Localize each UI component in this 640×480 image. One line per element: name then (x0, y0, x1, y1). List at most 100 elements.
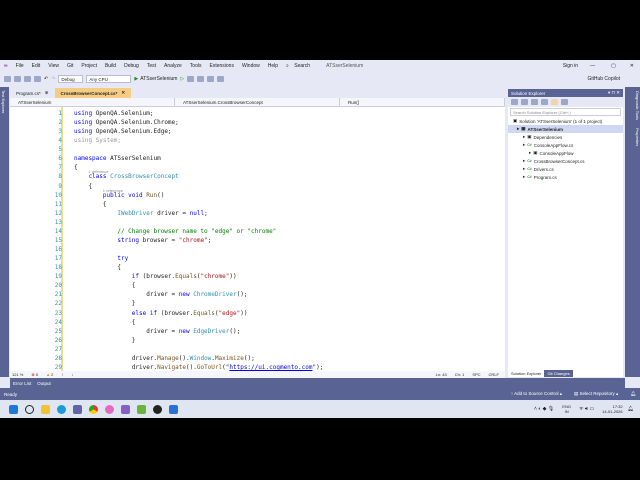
expand-arrow-icon[interactable]: ▸ (529, 150, 531, 156)
down-arrow-icon[interactable]: ↓ (71, 372, 73, 377)
code-line[interactable]: 27 (10, 345, 505, 354)
code-line[interactable]: 26 } (10, 336, 505, 345)
minimize-button[interactable]: — (582, 63, 603, 69)
clock[interactable]: 17:32 14-01-2026 (602, 404, 622, 414)
menu-project[interactable]: Project (77, 63, 101, 69)
collapse-icon[interactable] (531, 99, 538, 105)
filter-icon[interactable] (551, 99, 558, 105)
save-icon[interactable] (24, 76, 31, 82)
tool-icon[interactable] (197, 76, 205, 82)
member-dropdown[interactable]: Run() (340, 98, 505, 106)
line-ending[interactable]: CRLF (489, 372, 499, 377)
code-editor[interactable]: 1 using OpenQA.Selenium; 2 using OpenQA.Sel… (10, 107, 505, 371)
sign-in-button[interactable]: Sign in (559, 63, 582, 69)
redo-icon[interactable]: ↷ (51, 76, 55, 82)
code-line[interactable]: 17 try (10, 254, 505, 263)
teams-icon[interactable] (73, 404, 82, 414)
column-number[interactable]: Ch: 1 (455, 372, 465, 377)
search-button[interactable]: ⌕ Search (282, 63, 318, 69)
configuration-dropdown[interactable]: Debug (58, 75, 84, 83)
back-icon[interactable] (4, 76, 11, 82)
github-copilot-button[interactable]: GitHub Copilot (587, 76, 620, 82)
sync-icon[interactable] (511, 99, 518, 105)
code-line[interactable]: 2 using OpenQA.Selenium.Chrome; (10, 118, 505, 127)
whitespace-mode[interactable]: SPC (472, 372, 480, 377)
code-line[interactable]: 3 using OpenQA.Selenium.Edge; (10, 127, 505, 136)
code-line[interactable]: 1 using OpenQA.Selenium; (10, 109, 505, 118)
code-line[interactable]: 25 driver = new EdgeDriver(); (10, 327, 505, 336)
copilot-icon[interactable] (105, 404, 114, 414)
expand-arrow-icon[interactable]: ▸ (523, 158, 525, 164)
properties-tab[interactable]: Properties (625, 128, 640, 146)
notifications-icon[interactable]: 🔔︎ (630, 391, 636, 397)
tab-git-changes[interactable]: Git Changes (544, 369, 573, 377)
edge-icon[interactable] (57, 404, 66, 414)
code-line[interactable]: 20 { (10, 281, 505, 290)
close-panel-icon[interactable]: ▾ ⊓ ✕ (608, 90, 620, 96)
class-dropdown[interactable]: ATSserSelenium.CrossBrowserConcept (175, 98, 340, 106)
test-explorer-tab[interactable]: Test Explorer (0, 87, 7, 116)
menu-git[interactable]: Git (63, 63, 77, 69)
close-tab-icon[interactable]: ✕ (121, 90, 125, 96)
code-line[interactable]: 22 } (10, 299, 505, 308)
code-line[interactable]: 81 reference class CrossBrowserConcept (10, 169, 505, 181)
solution-tree-item[interactable]: ▸ C# Program.cs (508, 173, 623, 181)
pin-icon[interactable]: ⊕ (45, 90, 49, 96)
code-line[interactable]: 4 using System; (10, 136, 505, 145)
solution-tree-item[interactable]: ▸ C# CrossBrowserConcept.cs (508, 157, 623, 165)
code-line[interactable]: 18 { (10, 263, 505, 272)
code-line[interactable]: 12 IWebDriver driver = null; (10, 209, 505, 218)
solution-tree-item[interactable]: ▸ ▣ ATSserSelenium (508, 125, 623, 133)
expand-arrow-icon[interactable]: ▸ (523, 174, 525, 180)
app-icon[interactable] (137, 404, 146, 414)
menu-debug[interactable]: Debug (120, 63, 143, 69)
start-without-debug-icon[interactable]: ▷ (180, 76, 184, 82)
code-line[interactable]: 24 { (10, 318, 505, 327)
visual-studio-icon[interactable] (121, 404, 130, 414)
tool-icon[interactable] (207, 76, 215, 82)
code-line[interactable]: 14 // Change browser name to "edge" or "… (10, 227, 505, 236)
zoom-level[interactable]: 121 % (12, 372, 23, 377)
code-line[interactable]: 16 (10, 245, 505, 254)
show-all-icon[interactable] (541, 99, 548, 105)
expand-arrow-icon[interactable]: ▸ (523, 166, 525, 172)
wifi-volume-battery[interactable]: ᯤ 🔊︎ ▭ (579, 406, 594, 412)
menu-help[interactable]: Help (264, 63, 282, 69)
new-item-icon[interactable] (14, 76, 21, 82)
menu-view[interactable]: View (44, 63, 63, 69)
expand-arrow-icon[interactable]: ▸ (523, 134, 525, 140)
code-line[interactable]: 28 driver.Manage().Window.Maximize(); (10, 354, 505, 363)
close-button[interactable]: ✕ (624, 63, 640, 69)
tool-icon[interactable] (187, 76, 195, 82)
diagnostic-tools-tab[interactable]: Diagnostic Tools (625, 91, 640, 120)
solution-tree-item[interactable]: ▸ C# ConsoleAppFlow.cs (508, 141, 623, 149)
code-line[interactable]: 21 driver = new ChromeDriver(); (10, 290, 505, 299)
line-number[interactable]: Ln: 43 (436, 372, 447, 377)
maximize-button[interactable]: ▢ (603, 63, 624, 69)
menu-analyze[interactable]: Analyze (160, 63, 186, 69)
code-line[interactable]: 9 { (10, 182, 505, 191)
save-all-icon[interactable] (34, 76, 41, 82)
solution-search-input[interactable]: Search Solution Explorer (Ctrl+;) (510, 108, 621, 116)
code-line[interactable]: 10 1 reference public void Run() (10, 188, 505, 200)
code-line[interactable]: 6 namespace ATSserSelenium (10, 154, 505, 163)
tab-program-cs[interactable]: Program.cs* ⊕ (10, 88, 55, 98)
menu-extensions[interactable]: Extensions (205, 63, 237, 69)
bookmark-icon[interactable] (217, 76, 225, 82)
expand-arrow-icon[interactable]: ▸ (517, 126, 519, 132)
notification-bell-icon[interactable]: 🔔︎ (628, 406, 634, 412)
solution-tree-item[interactable]: ▣ Solution 'ATSserSelenium' (1 of 1 proje… (508, 117, 623, 125)
warnings-count[interactable]: ▲ 2 (46, 372, 53, 377)
code-line[interactable]: 15 string browser = "chrome"; (10, 236, 505, 245)
file-explorer-icon[interactable] (41, 404, 50, 414)
expand-arrow-icon[interactable]: ▸ (523, 142, 525, 148)
search-icon[interactable] (25, 404, 34, 414)
tab-error-list[interactable]: Error List (13, 381, 31, 386)
properties-icon[interactable] (561, 99, 568, 105)
up-arrow-icon[interactable]: ↑ (61, 372, 63, 377)
menu-edit[interactable]: Edit (28, 63, 45, 69)
code-line[interactable]: 23 else if (browser.Equals("edge")) (10, 309, 505, 318)
tab-crossbrowserconcept-cs[interactable]: CrossBrowserConcept.cs* ✕ (54, 88, 132, 98)
menu-build[interactable]: Build (101, 63, 120, 69)
chrome-icon[interactable] (89, 404, 98, 414)
